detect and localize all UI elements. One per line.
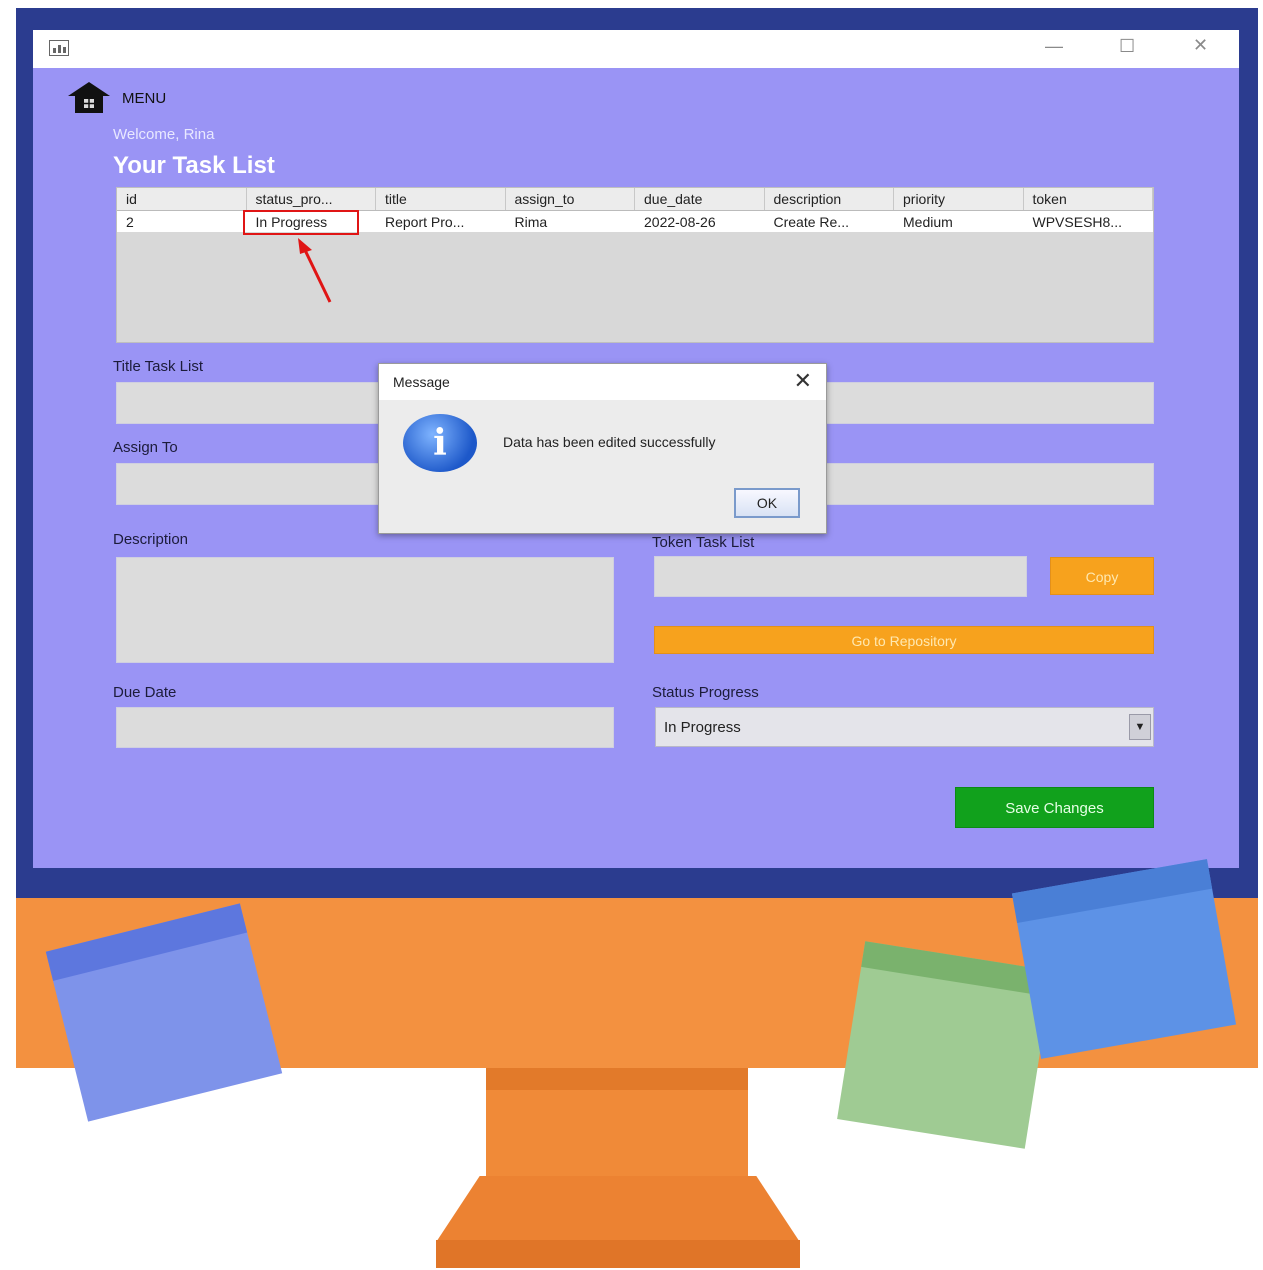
description-label: Description	[113, 531, 189, 548]
table-cell[interactable]: Rima	[506, 211, 636, 232]
table-cell[interactable]: Create Re...	[765, 211, 895, 232]
due-date-input[interactable]	[116, 707, 614, 748]
column-header[interactable]: status_pro...	[247, 188, 376, 210]
title-label: Title Task List	[113, 358, 204, 375]
maximize-icon[interactable]: ☐	[1119, 36, 1135, 57]
message-dialog: Message ✕ i Data has been edited success…	[378, 363, 827, 534]
status-select-value: In Progress	[664, 719, 741, 736]
column-header[interactable]: due_date	[635, 188, 765, 210]
app-icon	[49, 40, 69, 56]
column-header[interactable]: token	[1024, 188, 1153, 210]
ok-button[interactable]: OK	[734, 488, 800, 518]
table-cell[interactable]: WPVSESH8...	[1024, 211, 1154, 232]
column-header[interactable]: title	[376, 188, 506, 210]
home-icon[interactable]	[66, 80, 112, 114]
column-header[interactable]: id	[117, 188, 247, 210]
token-input[interactable]	[654, 556, 1027, 597]
table-cell[interactable]: Medium	[894, 211, 1024, 232]
minimize-icon[interactable]: —	[1045, 36, 1063, 57]
sticky-note	[837, 941, 1053, 1149]
table-cell[interactable]: 2022-08-26	[635, 211, 765, 232]
description-textarea[interactable]	[116, 557, 614, 663]
token-label: Token Task List	[652, 534, 755, 551]
copy-button[interactable]: Copy	[1050, 557, 1154, 595]
highlight-box	[243, 210, 359, 235]
due-date-label: Due Date	[113, 684, 177, 701]
go-to-repository-button[interactable]: Go to Repository	[654, 626, 1154, 654]
menu-label[interactable]: MENU	[122, 90, 166, 107]
close-icon[interactable]: ✕	[794, 368, 812, 394]
dialog-title: Message	[393, 374, 450, 390]
dropdown-arrow-icon[interactable]: ▼	[1129, 714, 1151, 740]
status-label: Status Progress	[652, 684, 759, 701]
save-changes-button[interactable]: Save Changes	[955, 787, 1154, 828]
table-cell[interactable]: Report Pro...	[376, 211, 506, 232]
info-icon: i	[403, 414, 477, 472]
dialog-message: Data has been edited successfully	[503, 434, 716, 450]
monitor-stand-shadow	[486, 1068, 748, 1090]
page-title: Your Task List	[113, 152, 275, 179]
status-select[interactable]: In Progress ▼	[655, 707, 1154, 747]
sticky-note	[1011, 859, 1237, 1059]
table-cell[interactable]: 2	[117, 211, 247, 232]
assign-label: Assign To	[113, 439, 178, 456]
column-header[interactable]: priority	[894, 188, 1024, 210]
monitor-stand-base-shadow	[436, 1240, 800, 1268]
welcome-text: Welcome, Rina	[113, 126, 215, 143]
table-header: id status_pro... title assign_to due_dat…	[117, 188, 1153, 211]
arrow-annotation-icon	[298, 238, 332, 303]
column-header[interactable]: assign_to	[506, 188, 635, 210]
column-header[interactable]: description	[765, 188, 894, 210]
dialog-titlebar: Message ✕	[379, 364, 826, 400]
close-icon[interactable]: ✕	[1193, 35, 1208, 56]
window-titlebar: — ☐ ✕	[33, 30, 1239, 68]
